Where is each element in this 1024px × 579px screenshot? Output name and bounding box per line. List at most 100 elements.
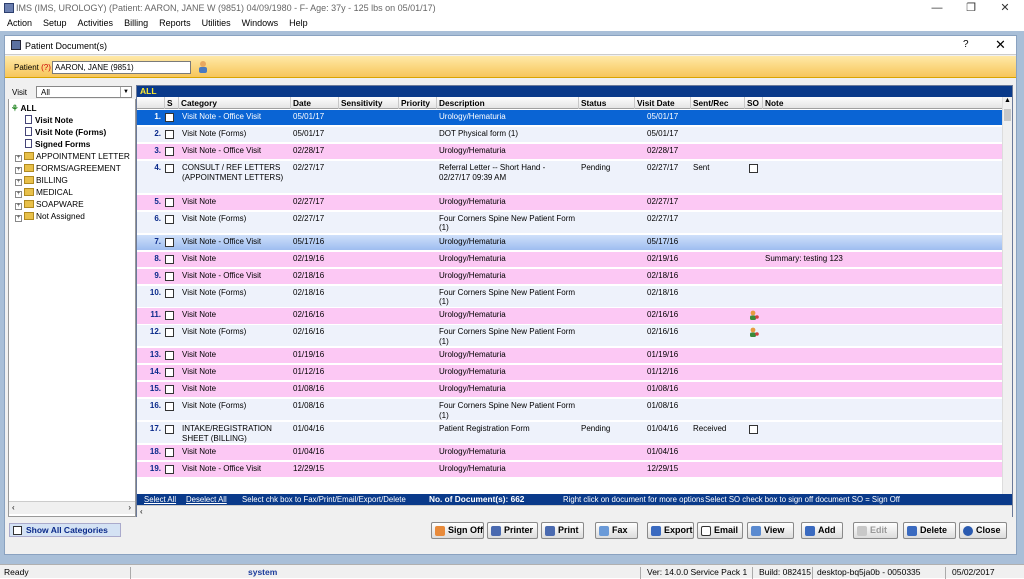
col-header-sensitivity[interactable]: Sensitivity (339, 97, 399, 109)
tree-folder-medical[interactable]: + MEDICAL (15, 186, 73, 198)
menu-setup[interactable]: Setup (39, 17, 71, 29)
row-select-checkbox[interactable] (165, 328, 174, 338)
menu-billing[interactable]: Billing (120, 17, 152, 29)
scroll-thumb[interactable] (1004, 109, 1011, 121)
tree-horizontal-scrollbar[interactable]: ‹ › (9, 501, 135, 514)
table-row[interactable]: 8. Visit Note 02/19/16 Urology/Hematuria 02/… (137, 251, 1002, 268)
tree-folder-billing[interactable]: + BILLING (15, 174, 68, 186)
row-select-checkbox[interactable] (165, 464, 174, 474)
table-row[interactable]: 4. CONSULT / REF LETTERS (APPOINTMENT LET… (137, 161, 1002, 194)
dialog-close-button[interactable]: ✕ (995, 37, 1006, 53)
grid-vertical-scrollbar[interactable]: ▲ (1002, 97, 1012, 494)
scroll-right-icon[interactable]: › (128, 503, 131, 512)
col-header-sent-rec[interactable]: Sent/Rec (691, 97, 745, 109)
scroll-left-icon[interactable]: ‹ (12, 503, 15, 512)
row-select-checkbox[interactable] (165, 271, 174, 281)
col-header-description[interactable]: Description (437, 97, 579, 109)
tree-item-signed-forms[interactable]: Signed Forms (25, 138, 90, 150)
expand-icon[interactable]: + (15, 203, 22, 210)
close-button[interactable]: Close (959, 522, 1007, 539)
row-select-checkbox[interactable] (165, 164, 174, 173)
table-row[interactable]: 18. Visit Note 01/04/16 Urology/Hematuria 01… (137, 444, 1002, 461)
table-row[interactable]: 16. Visit Note (Forms) 01/08/16 Four Corner… (137, 399, 1002, 422)
table-row[interactable]: 15. Visit Note 01/08/16 Urology/Hematuria 01… (137, 382, 1002, 399)
scroll-left-icon[interactable]: ‹ (140, 507, 143, 516)
expand-icon[interactable]: + (15, 215, 22, 222)
menu-utilities[interactable]: Utilities (198, 17, 235, 29)
table-row[interactable]: 2. Visit Note (Forms) 05/01/17 DOT Physical… (137, 127, 1002, 144)
expand-icon[interactable]: + (15, 191, 22, 198)
tree-item-visit-note[interactable]: Visit Note (25, 114, 73, 126)
add-button[interactable]: Add (801, 522, 843, 539)
table-row[interactable]: 14. Visit Note 01/12/16 Urology/Hematuria 01… (137, 365, 1002, 382)
table-row[interactable]: 1. Visit Note - Office Visit 05/01/17 Urolo… (137, 110, 1002, 127)
row-select-checkbox[interactable] (165, 402, 174, 412)
patient-field[interactable]: AARON, JANE (9851) (52, 61, 191, 74)
col-header-priority[interactable]: Priority (399, 97, 437, 109)
tree-root-all[interactable]: ⚘ ALL (11, 102, 37, 114)
table-row[interactable]: 3. Visit Note - Office Visit 02/28/17 Urolo… (137, 144, 1002, 161)
tree-folder-not-assigned[interactable]: + Not Assigned (15, 210, 85, 222)
tree-folder-forms-agreement[interactable]: + FORMS/AGREEMENT (15, 162, 121, 174)
menu-windows[interactable]: Windows (238, 17, 283, 29)
col-header-category[interactable]: Category (179, 97, 291, 109)
email-button[interactable]: Email (697, 522, 743, 539)
menu-reports[interactable]: Reports (155, 17, 195, 29)
checkbox-box[interactable] (13, 526, 22, 535)
table-row[interactable]: 5. Visit Note 02/27/17 Urology/Hematuria 02/… (137, 194, 1002, 211)
restore-button[interactable]: ❐ (964, 2, 978, 14)
row-select-checkbox[interactable] (165, 425, 174, 434)
grid-horizontal-scrollbar[interactable]: ‹ (137, 505, 1012, 517)
close-window-button[interactable]: ✕ (998, 2, 1012, 14)
printer-button[interactable]: Printer (487, 522, 538, 539)
expand-icon[interactable]: + (15, 167, 22, 174)
menu-action[interactable]: Action (3, 17, 36, 29)
tree-folder-soapware[interactable]: + SOAPWARE (15, 198, 84, 210)
table-row[interactable]: 6. Visit Note (Forms) 02/27/17 Four Corners… (137, 211, 1002, 234)
row-select-checkbox[interactable] (165, 254, 174, 264)
col-header-so[interactable]: SO (745, 97, 763, 109)
help-button[interactable]: ? (963, 39, 969, 50)
row-select-checkbox[interactable] (165, 385, 174, 395)
expand-icon[interactable]: + (15, 179, 22, 186)
row-select-checkbox[interactable] (165, 113, 174, 122)
delete-button[interactable]: Delete (903, 522, 956, 539)
show-all-categories-checkbox[interactable]: Show All Categories (9, 523, 121, 537)
row-select-checkbox[interactable] (165, 288, 174, 298)
fax-button[interactable]: Fax (595, 522, 638, 539)
select-all-link[interactable]: Select All (144, 494, 176, 505)
table-row[interactable]: 7. Visit Note - Office Visit 05/17/16 Urolo… (137, 234, 1002, 251)
scroll-up-icon[interactable]: ▲ (1004, 97, 1011, 104)
col-header-select[interactable]: S (165, 97, 179, 109)
expand-icon[interactable]: + (15, 155, 22, 162)
tree-item-visit-note-forms[interactable]: Visit Note (Forms) (25, 126, 106, 138)
table-row[interactable]: 10. Visit Note (Forms) 02/18/16 Four Corner… (137, 285, 1002, 308)
table-row[interactable]: 12. Visit Note (Forms) 02/16/16 Four Corner… (137, 325, 1002, 348)
view-button[interactable]: View (747, 522, 794, 539)
col-header-note[interactable]: Note (763, 97, 1002, 109)
row-select-checkbox[interactable] (165, 447, 174, 457)
deselect-all-link[interactable]: Deselect All (186, 494, 227, 505)
sign-off-checkbox[interactable] (749, 425, 758, 434)
row-select-checkbox[interactable] (165, 197, 174, 207)
patient-person-icon[interactable] (197, 60, 209, 73)
minimize-button[interactable]: — (930, 2, 944, 14)
col-header-date[interactable]: Date (291, 97, 339, 109)
table-row[interactable]: 13. Visit Note 01/19/16 Urology/Hematuria 01… (137, 348, 1002, 365)
menu-help[interactable]: Help (285, 17, 312, 29)
row-select-checkbox[interactable] (165, 130, 174, 139)
table-row[interactable]: 17. INTAKE/REGISTRATION SHEET (BILLING) 01… (137, 422, 1002, 444)
col-header-visit-date[interactable]: Visit Date (635, 97, 691, 109)
menu-activities[interactable]: Activities (74, 17, 118, 29)
row-select-checkbox[interactable] (165, 147, 174, 156)
table-row[interactable]: 11. Visit Note 02/16/16 Urology/Hematuria 02… (137, 308, 1002, 325)
col-header-status[interactable]: Status (579, 97, 635, 109)
visit-select[interactable]: All ▼ (36, 86, 132, 98)
table-row[interactable]: 9. Visit Note - Office Visit 02/18/16 Urolo… (137, 268, 1002, 285)
sign-off-checkbox[interactable] (749, 164, 758, 173)
print-button[interactable]: Print (541, 522, 584, 539)
patient-lookup-link[interactable]: (?) (41, 63, 51, 72)
row-select-checkbox[interactable] (165, 214, 174, 224)
row-select-checkbox[interactable] (165, 368, 174, 378)
row-select-checkbox[interactable] (165, 351, 174, 361)
